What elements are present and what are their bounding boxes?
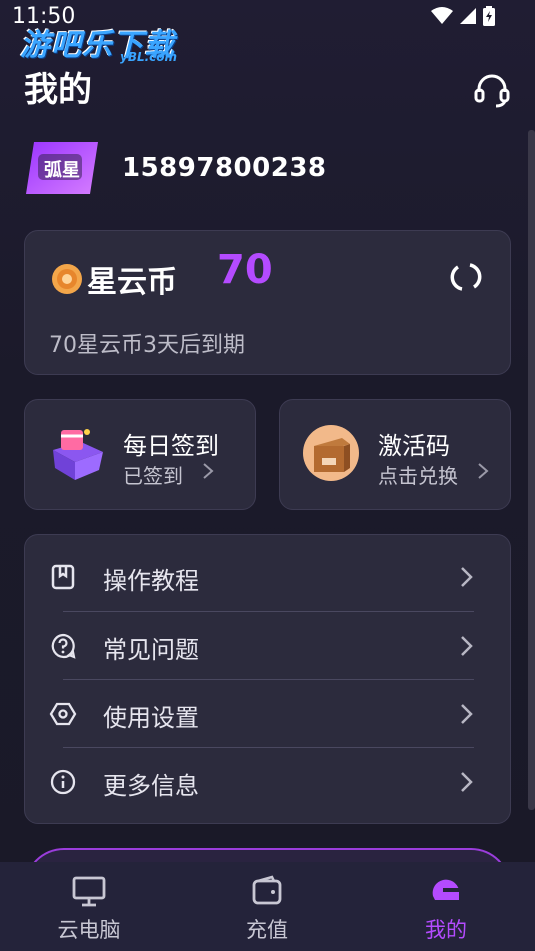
bottom-navigation: 云电脑 充值 我的	[0, 862, 535, 951]
headset-icon	[474, 74, 510, 108]
activation-title: 激活码	[378, 432, 450, 460]
user-phone-number: 15897800238	[122, 153, 327, 183]
question-icon	[51, 633, 76, 659]
chevron-right-icon	[461, 704, 473, 724]
refresh-icon	[450, 263, 482, 291]
menu-item-label: 常见问题	[103, 636, 199, 664]
daily-checkin-card[interactable]: 每日签到 已签到	[24, 399, 256, 510]
wifi-icon	[431, 7, 453, 24]
checkin-status: 已签到	[123, 464, 183, 488]
nav-tab-cloud-pc[interactable]: 云电脑	[24, 862, 154, 951]
chevron-right-icon	[461, 772, 473, 792]
package-box-icon	[303, 425, 359, 481]
monitor-icon	[72, 876, 106, 907]
checkin-title: 每日签到	[123, 432, 219, 460]
coin-expire-text: 70星云币3天后到期	[49, 333, 245, 358]
coin-label: 星云币	[87, 265, 177, 300]
info-icon	[50, 769, 76, 795]
hexagon-settings-icon	[49, 702, 77, 726]
chevron-right-icon	[203, 463, 214, 479]
nav-tab-recharge[interactable]: 充值	[202, 862, 332, 951]
book-icon	[51, 564, 75, 590]
menu-item-label: 更多信息	[103, 772, 199, 800]
menu-item-settings[interactable]: 使用设置	[25, 680, 512, 748]
gift-box-icon	[53, 429, 103, 480]
menu-list: 操作教程 常见问题 使用设置 更多信息	[24, 534, 511, 824]
coin-amount: 70	[217, 247, 273, 293]
customer-support-button[interactable]	[472, 70, 512, 110]
coin-balance-card[interactable]: 星云币 70 70星云币3天后到期	[24, 230, 511, 375]
helmet-icon	[432, 879, 459, 900]
battery-icon	[483, 6, 495, 26]
nav-tab-mine[interactable]: 我的	[381, 862, 511, 951]
activation-action: 点击兑换	[378, 464, 458, 488]
avatar-logo-text: 弧星	[44, 160, 80, 181]
signal-icon	[460, 8, 476, 24]
menu-item-tutorial[interactable]: 操作教程	[25, 543, 512, 611]
menu-item-label: 使用设置	[103, 704, 199, 732]
coin-icon	[52, 264, 82, 294]
nav-label: 云电脑	[57, 918, 121, 942]
my-page: 11:50 游吧乐下载 yBL.com 我的 弧星 15897800238 星云…	[0, 0, 535, 951]
nav-label: 我的	[425, 918, 467, 942]
menu-item-faq[interactable]: 常见问题	[25, 612, 512, 680]
watermark-domain: yBL.com	[120, 50, 178, 64]
menu-item-label: 操作教程	[103, 567, 199, 595]
scrollbar[interactable]	[528, 130, 535, 810]
status-icons	[431, 6, 495, 26]
chevron-right-icon	[461, 567, 473, 587]
nav-label: 充值	[246, 918, 288, 942]
activation-code-card[interactable]: 激活码 点击兑换	[279, 399, 511, 510]
page-title: 我的	[24, 70, 92, 110]
wallet-icon	[252, 875, 282, 905]
refresh-button[interactable]	[450, 261, 482, 293]
menu-item-more-info[interactable]: 更多信息	[25, 748, 512, 816]
chevron-right-icon	[478, 463, 489, 479]
chevron-right-icon	[461, 636, 473, 656]
avatar[interactable]: 弧星	[24, 138, 100, 198]
